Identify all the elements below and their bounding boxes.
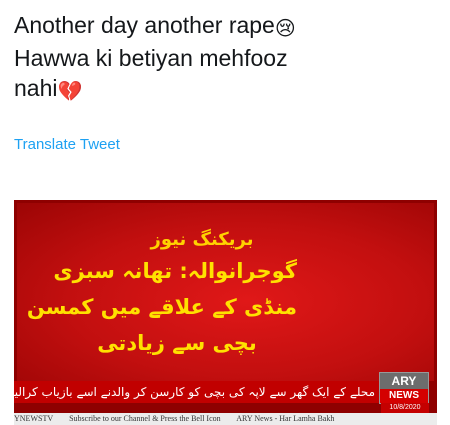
news-ticker: محلے کے ایک گھر سے لاپہ کی بچی کو کارسن … bbox=[14, 381, 381, 403]
tweet-text: Another day another rape😢 Hawwa ki betiy… bbox=[14, 10, 434, 106]
channel-strip: YNEWSTV Subscribe to our Channel & Press… bbox=[14, 413, 437, 425]
breaking-news-label: بریکنگ نیوز bbox=[150, 229, 254, 250]
crying-face-icon: 😢 bbox=[274, 16, 296, 40]
broken-heart-icon: 💔 bbox=[57, 79, 83, 103]
headline-line-1: گوجرانوالہ: تھانہ سبزی bbox=[53, 259, 297, 283]
tweet-line-1: Another day another rape😢 bbox=[14, 10, 434, 43]
strip-item-3: ARY News - Har Lamha Bakh bbox=[236, 414, 335, 423]
logo-bottom-text: NEWS bbox=[380, 389, 428, 403]
strip-item-1: YNEWSTV bbox=[14, 414, 54, 423]
tweet-line-3: nahi💔 bbox=[14, 73, 434, 106]
headline-line-3: بچی سے زیادتی bbox=[97, 331, 257, 355]
strip-item-2: Subscribe to our Channel & Press the Bel… bbox=[69, 414, 221, 423]
ary-news-logo: ARY NEWS bbox=[379, 372, 429, 404]
breaking-news-card: بریکنگ نیوز گوجرانوالہ: تھانہ سبزی منڈی … bbox=[17, 203, 434, 381]
headline-line-2: منڈی کے علاقے میں کمسن bbox=[26, 295, 297, 319]
logo-top-text: ARY bbox=[380, 373, 428, 389]
tweet-line-2: Hawwa ki betiyan mehfooz bbox=[14, 45, 288, 71]
broadcast-date: 10/8/2020 bbox=[381, 403, 429, 413]
translate-tweet-link[interactable]: Translate Tweet bbox=[14, 136, 120, 153]
tweet-media-image[interactable]: بریکنگ نیوز گوجرانوالہ: تھانہ سبزی منڈی … bbox=[14, 200, 437, 425]
